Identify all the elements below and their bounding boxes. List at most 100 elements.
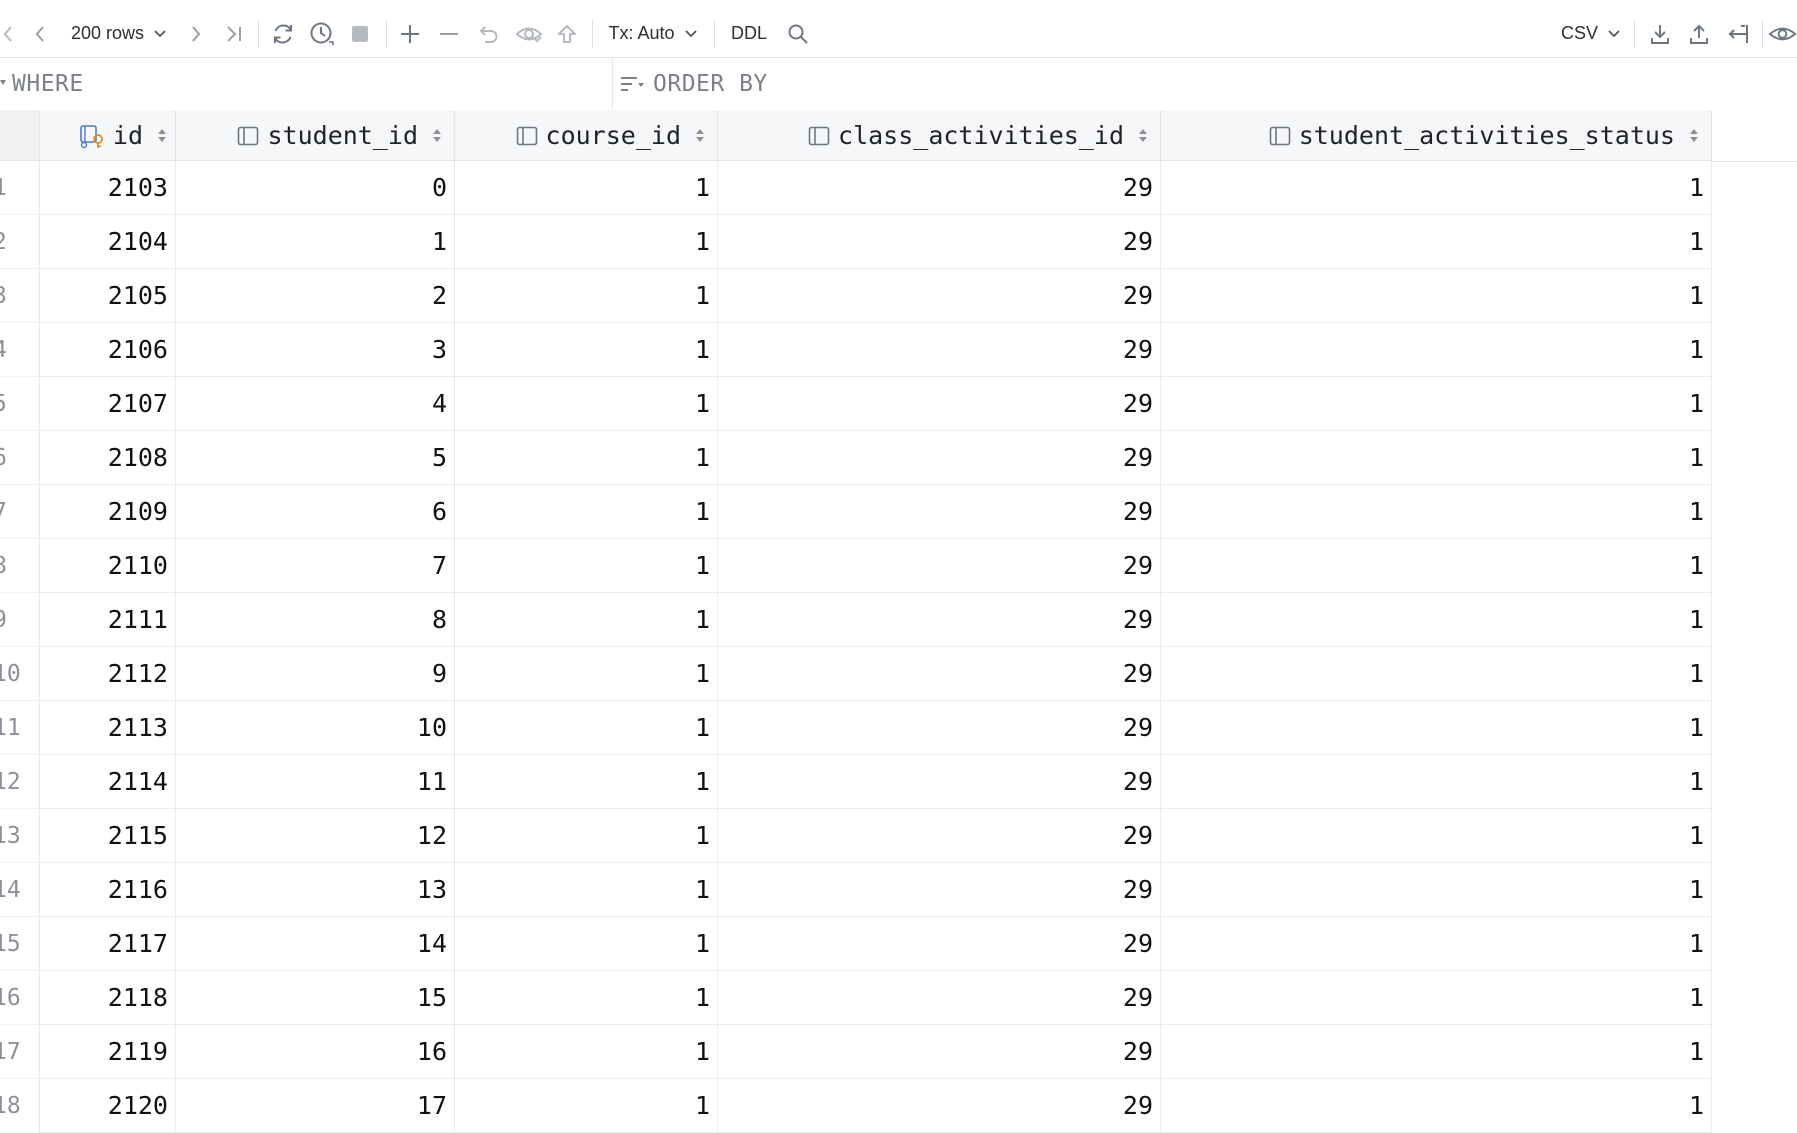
view-eye-icon[interactable] [1768,10,1797,57]
table-cell-student-activities-status[interactable]: 1 [1161,809,1712,863]
sort-toggle-icon[interactable] [695,126,705,146]
table-cell-student-id[interactable]: 15 [176,971,455,1025]
refresh-icon[interactable] [267,10,299,57]
table-cell-course-id[interactable]: 1 [455,593,718,647]
table-cell-class-activities-id[interactable]: 29 [718,917,1161,971]
table-cell-class-activities-id[interactable]: 29 [718,215,1161,269]
table-cell-class-activities-id[interactable]: 29 [718,701,1161,755]
table-cell-class-activities-id[interactable]: 29 [718,863,1161,917]
table-cell-student-id[interactable]: 17 [176,1079,455,1133]
table-cell-id[interactable]: 2104 [40,215,176,269]
row-number[interactable]: 14 [0,863,40,917]
table-cell-course-id[interactable]: 1 [455,323,718,377]
stop-icon[interactable] [346,10,374,57]
row-number[interactable]: 9 [0,593,40,647]
table-cell-student-id[interactable]: 16 [176,1025,455,1079]
compare-icon[interactable] [1721,10,1755,57]
submit-icon[interactable] [552,10,582,57]
table-row[interactable]: 172119161291 [0,1025,1712,1079]
page-size-dropdown[interactable]: 200 rows [64,10,174,57]
table-cell-course-id[interactable]: 1 [455,215,718,269]
table-cell-student-id[interactable]: 13 [176,863,455,917]
table-row[interactable]: 152117141291 [0,917,1712,971]
row-number[interactable]: 13 [0,809,40,863]
table-cell-course-id[interactable]: 1 [455,755,718,809]
table-cell-class-activities-id[interactable]: 29 [718,323,1161,377]
table-cell-id[interactable]: 2120 [40,1079,176,1133]
table-cell-id[interactable]: 2113 [40,701,176,755]
table-cell-id[interactable]: 2115 [40,809,176,863]
table-cell-course-id[interactable]: 1 [455,161,718,215]
delete-row-icon[interactable] [434,10,464,57]
table-cell-class-activities-id[interactable]: 29 [718,1025,1161,1079]
table-cell-course-id[interactable]: 1 [455,1025,718,1079]
table-cell-student-id[interactable]: 4 [176,377,455,431]
table-row[interactable]: 8211071291 [0,539,1712,593]
table-cell-student-activities-status[interactable]: 1 [1161,755,1712,809]
export-format-dropdown[interactable]: CSV [1556,10,1626,57]
transaction-mode-dropdown[interactable]: Tx: Auto [603,10,703,57]
table-cell-student-activities-status[interactable]: 1 [1161,971,1712,1025]
table-cell-id[interactable]: 2109 [40,485,176,539]
table-cell-course-id[interactable]: 1 [455,917,718,971]
download-icon[interactable] [1643,10,1677,57]
table-cell-course-id[interactable]: 1 [455,647,718,701]
table-row[interactable]: 10211291291 [0,647,1712,701]
table-cell-student-id[interactable]: 2 [176,269,455,323]
table-row[interactable]: 122114111291 [0,755,1712,809]
sort-toggle-icon[interactable] [1138,126,1148,146]
table-row[interactable]: 9211181291 [0,593,1712,647]
table-row[interactable]: 3210521291 [0,269,1712,323]
table-row[interactable]: 132115121291 [0,809,1712,863]
table-row[interactable]: 182120171291 [0,1079,1712,1133]
table-row[interactable]: 7210961291 [0,485,1712,539]
sort-toggle-icon[interactable] [432,126,442,146]
table-cell-id[interactable]: 2117 [40,917,176,971]
first-page-icon[interactable] [0,10,16,57]
column-header-id[interactable]: id [40,110,176,161]
table-cell-course-id[interactable]: 1 [455,863,718,917]
table-cell-student-id[interactable]: 12 [176,809,455,863]
table-row[interactable]: 5210741291 [0,377,1712,431]
preview-changes-icon[interactable] [512,10,546,57]
table-cell-student-id[interactable]: 0 [176,161,455,215]
table-cell-student-activities-status[interactable]: 1 [1161,863,1712,917]
row-number[interactable]: 6 [0,431,40,485]
table-cell-student-activities-status[interactable]: 1 [1161,269,1712,323]
search-icon[interactable] [781,10,815,57]
table-cell-course-id[interactable]: 1 [455,539,718,593]
table-cell-course-id[interactable]: 1 [455,269,718,323]
history-clock-icon[interactable] [306,10,338,57]
ddl-button[interactable]: DDL [724,10,774,57]
table-cell-course-id[interactable]: 1 [455,431,718,485]
table-cell-student-activities-status[interactable]: 1 [1161,593,1712,647]
table-cell-student-id[interactable]: 11 [176,755,455,809]
table-cell-course-id[interactable]: 1 [455,701,718,755]
row-number[interactable]: 11 [0,701,40,755]
table-cell-class-activities-id[interactable]: 29 [718,809,1161,863]
table-cell-course-id[interactable]: 1 [455,377,718,431]
table-cell-id[interactable]: 2108 [40,431,176,485]
previous-page-icon[interactable] [26,10,54,57]
table-cell-student-activities-status[interactable]: 1 [1161,215,1712,269]
sort-toggle-icon[interactable] [1689,126,1699,146]
table-cell-student-activities-status[interactable]: 1 [1161,539,1712,593]
row-number[interactable]: 1 [0,161,40,215]
table-cell-class-activities-id[interactable]: 29 [718,431,1161,485]
row-number[interactable]: 3 [0,269,40,323]
row-number[interactable]: 17 [0,1025,40,1079]
table-row[interactable]: 1210301291 [0,161,1712,215]
table-cell-id[interactable]: 2112 [40,647,176,701]
table-cell-course-id[interactable]: 1 [455,485,718,539]
table-cell-class-activities-id[interactable]: 29 [718,971,1161,1025]
table-cell-student-activities-status[interactable]: 1 [1161,1079,1712,1133]
table-row[interactable]: 6210851291 [0,431,1712,485]
table-cell-student-id[interactable]: 1 [176,215,455,269]
table-cell-student-id[interactable]: 6 [176,485,455,539]
add-row-icon[interactable] [395,10,425,57]
table-cell-id[interactable]: 2114 [40,755,176,809]
row-number[interactable]: 10 [0,647,40,701]
sort-toggle-icon[interactable] [157,126,167,146]
where-filter-field[interactable]: WHERE [0,58,613,110]
table-cell-class-activities-id[interactable]: 29 [718,485,1161,539]
